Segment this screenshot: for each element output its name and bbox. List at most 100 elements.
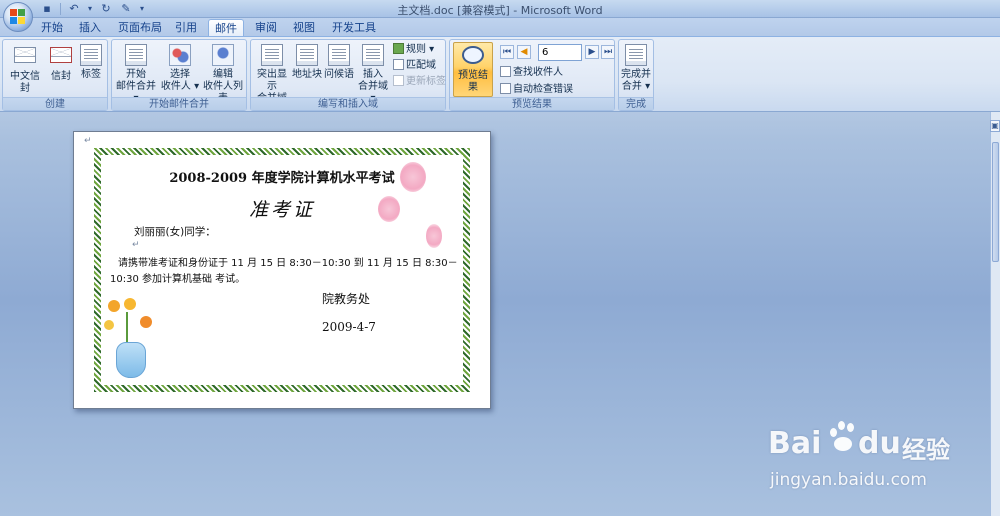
ribbon-tabs: 开始 插入 页面布局 引用 邮件 审阅 视图 开发工具 [0, 18, 1000, 36]
issue-date: 2009-4-7 [322, 320, 376, 334]
baidu-jingyan-watermark: Bai du 经验 jingyan.baidu.com [768, 420, 968, 500]
tab-developer[interactable]: 开发工具 [326, 19, 382, 36]
flower-petal-decoration [426, 224, 442, 248]
select-recipients-label-1: 选择 [170, 69, 190, 80]
group-create: 中文信封 信封 标签 创建 [2, 39, 108, 111]
tab-page-layout[interactable]: 页面布局 [114, 19, 166, 36]
scrollbar-thumb[interactable] [992, 142, 999, 262]
recipients-icon [169, 44, 191, 66]
watermark-url: jingyan.baidu.com [770, 470, 927, 490]
envelope-button[interactable]: 信封 [47, 42, 75, 83]
first-record-button[interactable]: ⏮ [500, 45, 514, 59]
ribbon: 中文信封 信封 标签 创建 开始 邮件合并 ▾ 选择 收件人 ▾ 编辑 收件人列… [0, 36, 1000, 112]
chinese-envelope-button[interactable]: 中文信封 [6, 42, 44, 95]
office-button[interactable] [3, 2, 33, 32]
group-preview-results-label: 预览结果 [450, 97, 614, 110]
start-mail-merge-label-1: 开始 [126, 69, 146, 80]
match-fields-label: 匹配域 [406, 60, 436, 71]
finish-and-merge-label-2: 合并 ▾ [621, 81, 651, 92]
document-page[interactable]: ↵ 2008-2009 年度学院计算机水平考试 准考证 刘丽丽(女)同学： ↵ … [73, 131, 491, 409]
last-record-button[interactable]: ⏭ [601, 45, 615, 59]
envelope-icon [14, 47, 36, 63]
instruction-line-1: 请携带准考证和身份证于 11 月 15 日 8:30－10:30 到 11 月 … [118, 258, 458, 269]
address-block-label: 地址块 [292, 69, 322, 80]
previous-record-button[interactable]: ◀ [517, 45, 531, 59]
insert-merge-field-button[interactable]: 插入 合并域 ▾ [355, 42, 391, 105]
update-labels-label: 更新标签 [406, 76, 446, 87]
address-block-icon [296, 44, 318, 66]
finish-and-merge-label-1: 完成并 [621, 69, 651, 80]
highlight-fields-icon [261, 44, 283, 66]
tab-mailings[interactable]: 邮件 [208, 19, 244, 36]
label-sheet-icon [80, 44, 102, 66]
insert-merge-field-label-1: 插入 [363, 69, 383, 80]
greeting-line-label: 问候语 [324, 69, 354, 80]
rules-icon [393, 43, 404, 54]
tab-view[interactable]: 视图 [288, 19, 320, 36]
find-recipient-label: 查找收件人 [513, 67, 563, 78]
group-write-insert-fields-label: 编写和插入域 [251, 97, 445, 110]
preview-results-label: 预览结果 [458, 70, 488, 93]
tab-review[interactable]: 审阅 [250, 19, 282, 36]
issuer-signature: 院教务处 [322, 292, 371, 306]
title-bar: ▪ ↶ ▾ ↻ ✎ ▾ 主文档.doc [兼容模式] - Microsoft W… [0, 0, 1000, 18]
auto-check-errors-button[interactable]: 自动检查错误 [500, 83, 573, 97]
address-block-button[interactable]: 地址块 [291, 42, 323, 81]
labels-label: 标签 [81, 69, 101, 80]
rules-button[interactable]: 规则 ▾ [393, 43, 434, 57]
tab-references[interactable]: 引用 [170, 19, 202, 36]
watermark-brand-tail: du [858, 426, 901, 461]
group-finish: 完成并 合并 ▾ 完成 [618, 39, 654, 111]
watermark-brand-cn: 经验 [902, 436, 950, 464]
watermark-brand: Bai [768, 426, 822, 461]
paragraph-mark: ↵ [132, 240, 140, 250]
group-finish-label: 完成 [619, 97, 653, 110]
auto-check-errors-icon [500, 83, 511, 94]
next-record-button[interactable]: ▶ [585, 45, 599, 59]
highlight-merge-fields-button[interactable]: 突出显示 合并域 [253, 42, 291, 105]
tab-home[interactable]: 开始 [36, 19, 68, 36]
highlight-merge-fields-label-1: 突出显示 [257, 69, 287, 92]
exam-title: 2008-2009 年度学院计算机水平考试 [169, 171, 395, 186]
admission-ticket-heading: 准考证 [248, 199, 315, 221]
group-start-mail-merge: 开始 邮件合并 ▾ 选择 收件人 ▾ 编辑 收件人列表 开始邮件合并 [111, 39, 247, 111]
labels-button[interactable]: 标签 [77, 42, 105, 81]
chinese-envelope-label: 中文信封 [10, 71, 40, 94]
insert-merge-field-icon [362, 44, 384, 66]
find-recipient-button[interactable]: 查找收件人 [500, 66, 563, 80]
match-fields-button[interactable]: 匹配域 [393, 59, 436, 73]
update-labels-button: 更新标签 [393, 75, 446, 89]
record-number-input[interactable] [538, 44, 582, 61]
finish-and-merge-button[interactable]: 完成并 合并 ▾ [619, 42, 653, 93]
edit-recipient-list-label-1: 编辑 [213, 69, 233, 80]
start-mail-merge-button[interactable]: 开始 邮件合并 ▾ [114, 42, 158, 105]
edit-recipient-list-button[interactable]: 编辑 收件人列表 [200, 42, 246, 105]
vertical-scrollbar[interactable] [990, 112, 1000, 516]
flower-vase-icon [104, 298, 160, 382]
magnifier-icon [462, 46, 484, 64]
group-preview-results: 预览结果 ⏮ ◀ ▶ ⏭ 查找收件人 自动检查错误 预览结果 [449, 39, 615, 111]
find-recipient-icon [500, 66, 511, 77]
preview-results-button[interactable]: 预览结果 [453, 42, 493, 97]
finish-merge-icon [625, 44, 647, 66]
envelope-label: 信封 [51, 71, 71, 82]
group-create-label: 创建 [3, 97, 107, 110]
auto-check-errors-label: 自动检查错误 [513, 84, 573, 95]
select-recipients-label-2: 收件人 ▾ [160, 81, 200, 92]
paragraph-mark: ↵ [84, 136, 92, 146]
group-write-insert-fields: 突出显示 合并域 地址块 问候语 插入 合并域 ▾ 规则 ▾ 匹配域 更新标签 … [250, 39, 446, 111]
tab-insert[interactable]: 插入 [74, 19, 106, 36]
select-recipients-button[interactable]: 选择 收件人 ▾ [160, 42, 200, 93]
baidu-paw-icon [828, 420, 858, 454]
ruler-toggle-icon[interactable]: ▣ [990, 120, 1000, 132]
window-title: 主文档.doc [兼容模式] - Microsoft Word [397, 4, 603, 17]
rules-label: 规则 ▾ [406, 44, 435, 55]
match-fields-icon [393, 59, 404, 70]
update-labels-icon [393, 75, 404, 86]
student-greeting: 刘丽丽(女)同学： [134, 226, 216, 238]
edit-list-icon [212, 44, 234, 66]
greeting-line-button[interactable]: 问候语 [323, 42, 355, 81]
instruction-line-2: 10:30 参加计算机基础 考试。 [110, 274, 246, 285]
mail-merge-document-icon [125, 44, 147, 66]
greeting-line-icon [328, 44, 350, 66]
